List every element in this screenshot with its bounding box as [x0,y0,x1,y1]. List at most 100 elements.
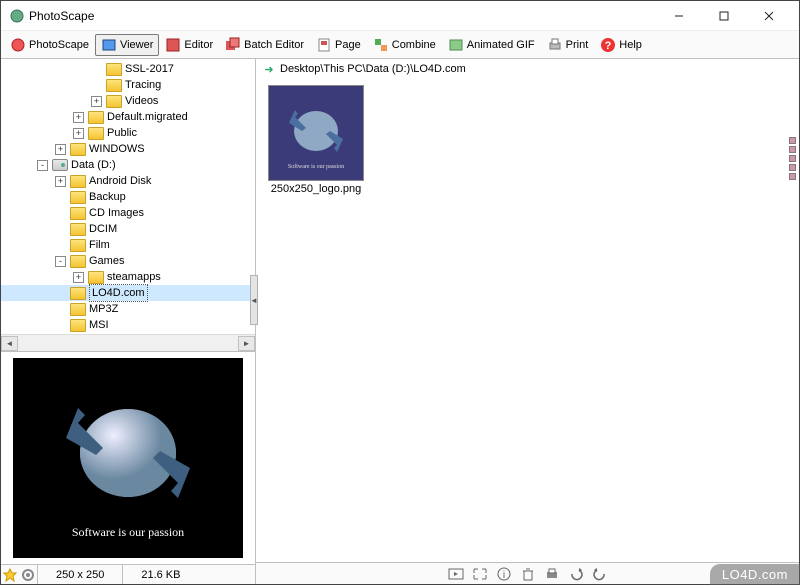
tree-node-label: Backup [89,189,126,205]
expander-icon[interactable]: + [73,128,84,139]
tree-node-label: Games [89,253,124,269]
folder-icon [70,255,86,268]
expander-icon[interactable]: + [73,272,84,283]
edge-tool-5[interactable] [789,173,796,180]
edge-tool-1[interactable] [789,137,796,144]
tab-animated-gif[interactable]: Animated GIF [442,34,541,56]
svg-text:?: ? [605,40,612,52]
expander-icon[interactable]: + [55,176,66,187]
tree-node[interactable]: + Public [1,125,255,141]
tree-node[interactable]: - Data (D:) [1,157,255,173]
expander-blank [55,208,66,219]
tree-node[interactable]: LO4D.com [1,285,255,301]
collapse-handle[interactable]: ◄ [250,275,258,325]
tree-node[interactable]: Tracing [1,77,255,93]
expander-icon[interactable]: - [55,256,66,267]
close-button[interactable] [746,2,791,30]
tree-node[interactable]: DCIM [1,221,255,237]
tab-viewer[interactable]: Viewer [95,34,159,56]
tree-node[interactable]: MP3Z [1,301,255,317]
settings-icon[interactable] [19,566,37,584]
tree-node-label: Android Disk [89,173,151,189]
expander-blank [55,288,66,299]
edge-tool-2[interactable] [789,146,796,153]
print-icon[interactable] [543,566,561,582]
minimize-button[interactable] [656,2,701,30]
preview-pane: Software is our passion [1,351,255,564]
tab-print[interactable]: Print [541,34,595,56]
folder-icon [70,175,86,188]
tree-node-label: Data (D:) [71,157,116,173]
tab-batch-editor[interactable]: Batch Editor [219,34,310,56]
print-icon [547,37,563,53]
expander-blank [55,304,66,315]
tree-node[interactable]: CD Images [1,205,255,221]
scroll-left-arrow[interactable]: ◄ [1,336,18,351]
scroll-right-arrow[interactable]: ► [238,336,255,351]
tab-label: Page [335,39,361,51]
preview-image[interactable]: Software is our passion [13,358,243,558]
thumbnail-grid[interactable]: Software is our passion 250x250_logo.png [256,79,799,562]
expander-blank [91,80,102,91]
app-icon [9,8,25,24]
tree-horizontal-scrollbar[interactable]: ◄ ► [1,334,255,351]
tab-editor[interactable]: Editor [159,34,219,56]
expander-blank [55,192,66,203]
right-edge-toolbar[interactable] [789,137,796,193]
maximize-button[interactable] [701,2,746,30]
expander-icon[interactable]: + [55,144,66,155]
tree-node-label: DCIM [89,221,117,237]
tree-node[interactable]: + Android Disk [1,173,255,189]
tab-combine[interactable]: Combine [367,34,442,56]
tree-node[interactable]: SSL-2017 [1,61,255,77]
expander-icon[interactable]: + [73,112,84,123]
expander-blank [55,224,66,235]
tab-page[interactable]: Page [310,34,367,56]
folder-icon [70,303,86,316]
tree-node-label: Public [107,125,137,141]
tree-node[interactable]: + Default.migrated [1,109,255,125]
tree-node[interactable]: MSI [1,317,255,333]
path-nav-icon[interactable]: ➜ [262,62,276,76]
tree-node[interactable]: +steamapps [1,269,255,285]
folder-icon [106,95,122,108]
tree-node-label: Default.migrated [107,109,188,125]
expander-icon[interactable]: - [37,160,48,171]
tree-node[interactable]: - Games [1,253,255,269]
left-panel: SSL-2017Tracing+Videos+Default.migrated+… [1,59,256,584]
tab-label: Animated GIF [467,39,535,51]
tree-node[interactable]: Film [1,237,255,253]
delete-icon[interactable] [519,566,537,582]
tree-node-label: Projects [89,333,129,334]
gif-icon [448,37,464,53]
expander-icon[interactable]: + [91,96,102,107]
slideshow-icon[interactable] [447,566,465,582]
tab-help[interactable]: ? Help [594,34,648,56]
edge-tool-4[interactable] [789,164,796,171]
folder-icon [70,223,86,236]
edge-tool-3[interactable] [789,155,796,162]
viewer-icon [101,37,117,53]
tree-node[interactable]: +WINDOWS [1,141,255,157]
status-bar: 250 x 250 21.6 KB [1,564,255,584]
tab-photoscape[interactable]: PhotoScape [4,34,95,56]
main-toolbar: PhotoScape Viewer Editor Batch Editor Pa… [1,31,799,59]
tab-label: PhotoScape [29,39,89,51]
info-icon[interactable]: i [495,566,513,582]
favorite-icon[interactable] [1,566,19,584]
expander-blank [55,320,66,331]
tree-node[interactable]: +Projects [1,333,255,334]
tree-node[interactable]: Backup [1,189,255,205]
tree-node-label: Tracing [125,77,161,93]
rotate-right-icon[interactable] [591,566,609,582]
preview-caption: Software is our passion [72,525,184,540]
rotate-left-icon[interactable] [567,566,585,582]
folder-tree[interactable]: SSL-2017Tracing+Videos+Default.migrated+… [1,59,255,334]
tree-node[interactable]: +Videos [1,93,255,109]
photoscape-icon [10,37,26,53]
thumbnail-image[interactable]: Software is our passion [268,85,364,181]
thumbnail-item[interactable]: Software is our passion 250x250_logo.png [264,85,368,195]
folder-icon [70,319,86,332]
folder-icon [70,239,86,252]
fullscreen-icon[interactable] [471,566,489,582]
